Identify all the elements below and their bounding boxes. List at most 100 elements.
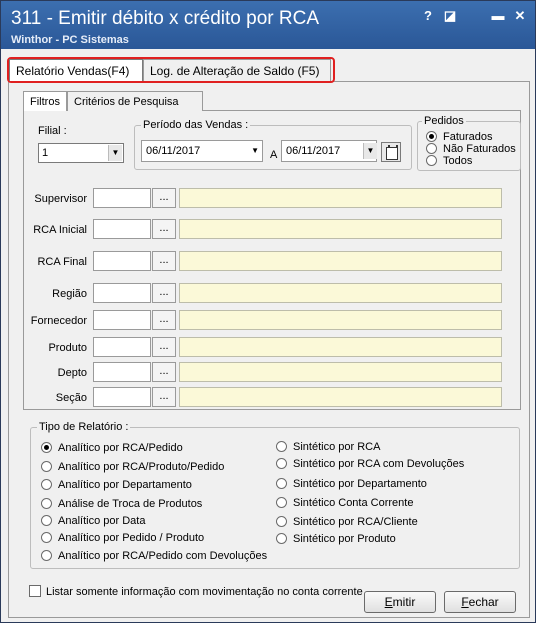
- tipo-relatorio-label: Tipo de Relatório :: [37, 421, 131, 433]
- emitir-button[interactable]: Emitir: [364, 591, 436, 613]
- chevron-down-icon[interactable]: ▼: [108, 145, 122, 161]
- radio-icon[interactable]: [41, 498, 52, 509]
- radio-icon[interactable]: [41, 532, 52, 543]
- fornecedor-search-button[interactable]: ...: [152, 310, 176, 330]
- regiao-search-button[interactable]: ...: [152, 283, 176, 303]
- report-option-analitico-rca-pedido[interactable]: Analítico por RCA/Pedido: [41, 441, 183, 455]
- fornecedor-label: Fornecedor: [30, 315, 87, 327]
- periodo-label: Período das Vendas :: [141, 119, 251, 131]
- tab-log-alteracao-saldo[interactable]: Log. de Alteração de Saldo (F5): [143, 59, 331, 81]
- report-option-label: Análise de Troca de Produtos: [58, 498, 203, 510]
- produto-description-field: [179, 337, 502, 357]
- fechar-label: echar: [468, 595, 499, 609]
- radio-icon[interactable]: [426, 155, 437, 166]
- radio-icon[interactable]: [41, 550, 52, 561]
- rca-final-label: RCA Final: [37, 256, 87, 268]
- secao-search-button[interactable]: ...: [152, 387, 176, 407]
- rca-final-code-input[interactable]: [93, 251, 151, 271]
- report-option-sintetico-rca-cliente[interactable]: Sintético por RCA/Cliente: [276, 515, 418, 529]
- app-window: 311 - Emitir débito x crédito por RCA Wi…: [0, 0, 536, 623]
- calendar-icon[interactable]: [381, 142, 401, 162]
- report-option-analitico-data[interactable]: Analítico por Data: [41, 514, 145, 528]
- produto-label: Produto: [48, 342, 87, 354]
- radio-icon[interactable]: [41, 479, 52, 490]
- supervisor-search-button[interactable]: ...: [152, 188, 176, 208]
- supervisor-code-input[interactable]: [93, 188, 151, 208]
- report-option-label: Analítico por Data: [58, 515, 146, 527]
- window-title: 311 - Emitir débito x crédito por RCA: [11, 8, 319, 29]
- radio-icon[interactable]: [426, 143, 437, 154]
- rca-final-description-field: [179, 251, 502, 271]
- listar-somente-checkbox[interactable]: Listar somente informação com movimentaç…: [29, 585, 363, 599]
- report-option-label: Analítico por RCA/Pedido com Devoluções: [58, 550, 268, 562]
- radio-icon[interactable]: [426, 131, 437, 142]
- secao-label: Seção: [55, 392, 87, 404]
- fechar-button[interactable]: Fechar: [444, 591, 516, 613]
- restore-icon[interactable]: ◪: [441, 7, 459, 25]
- checkbox-icon[interactable]: [29, 585, 41, 597]
- radio-icon[interactable]: [276, 478, 287, 489]
- report-option-sintetico-conta-corrente[interactable]: Sintético Conta Corrente: [276, 496, 413, 510]
- report-option-sintetico-rca-devolucoes[interactable]: Sintético por RCA com Devoluções: [276, 457, 464, 471]
- radio-icon[interactable]: [276, 497, 287, 508]
- supervisor-description-field: [179, 188, 502, 208]
- report-option-sintetico-departamento[interactable]: Sintético por Departamento: [276, 477, 427, 491]
- tab-filtros[interactable]: Filtros: [23, 91, 67, 111]
- radio-icon[interactable]: [276, 516, 287, 527]
- report-option-analitico-pedido-produto[interactable]: Analítico por Pedido / Produto: [41, 531, 204, 545]
- rca-inicial-description-field: [179, 219, 502, 239]
- rca-inicial-code-input[interactable]: [93, 219, 151, 239]
- report-option-analitico-departamento[interactable]: Analítico por Departamento: [41, 478, 192, 492]
- date-from-input[interactable]: 06/11/2017 ▼: [141, 140, 263, 162]
- report-option-analitico-rca-pedido-devolucoes[interactable]: Analítico por RCA/Pedido com Devoluções: [41, 549, 267, 563]
- regiao-code-input[interactable]: [93, 283, 151, 303]
- depto-code-input[interactable]: [93, 362, 151, 382]
- radio-icon[interactable]: [276, 441, 287, 452]
- radio-icon[interactable]: [276, 458, 287, 469]
- report-option-label: Sintético por RCA/Cliente: [293, 516, 418, 528]
- report-option-sintetico-produto[interactable]: Sintético por Produto: [276, 532, 396, 546]
- report-option-label: Sintético por Departamento: [293, 478, 427, 490]
- chevron-down-icon[interactable]: ▼: [363, 143, 377, 159]
- main-tabs: Relatório Vendas(F4) Log. de Alteração d…: [7, 57, 337, 83]
- rca-inicial-search-button[interactable]: ...: [152, 219, 176, 239]
- minimize-icon[interactable]: ▬: [489, 7, 507, 25]
- tab-relatorio-vendas[interactable]: Relatório Vendas(F4): [9, 59, 143, 81]
- tab-criterios-pesquisa[interactable]: Critérios de Pesquisa: [67, 91, 203, 111]
- pedidos-label: Pedidos: [422, 115, 466, 127]
- fornecedor-description-field: [179, 310, 502, 330]
- report-option-label: Analítico por Pedido / Produto: [58, 532, 205, 544]
- report-option-label: Sintético por RCA com Devoluções: [293, 458, 465, 470]
- regiao-description-field: [179, 283, 502, 303]
- rca-inicial-label: RCA Inicial: [33, 224, 87, 236]
- radio-icon[interactable]: [41, 515, 52, 526]
- close-icon[interactable]: ✕: [511, 7, 529, 25]
- report-option-analise-troca-produtos[interactable]: Análise de Troca de Produtos: [41, 497, 202, 511]
- radio-icon[interactable]: [276, 533, 287, 544]
- report-option-label: Sintético Conta Corrente: [293, 497, 414, 509]
- report-option-label: Analítico por RCA/Produto/Pedido: [58, 461, 225, 473]
- help-icon[interactable]: ?: [419, 7, 437, 25]
- radio-icon[interactable]: [41, 442, 52, 453]
- supervisor-label: Supervisor: [34, 193, 87, 205]
- radio-icon[interactable]: [41, 461, 52, 472]
- report-option-label: Sintético por RCA: [293, 441, 381, 453]
- produto-search-button[interactable]: ...: [152, 337, 176, 357]
- chevron-down-icon[interactable]: ▼: [251, 141, 259, 161]
- depto-search-button[interactable]: ...: [152, 362, 176, 382]
- pedidos-option-todos[interactable]: Todos: [426, 154, 472, 168]
- produto-code-input[interactable]: [93, 337, 151, 357]
- secao-code-input[interactable]: [93, 387, 151, 407]
- rca-final-search-button[interactable]: ...: [152, 251, 176, 271]
- periodo-separator: A: [270, 149, 278, 161]
- title-bar[interactable]: 311 - Emitir débito x crédito por RCA Wi…: [1, 1, 535, 49]
- filial-select[interactable]: 1 ▼: [38, 143, 124, 163]
- emitir-hotkey: E: [384, 595, 393, 609]
- date-to-dropdown[interactable]: ▼: [363, 142, 377, 162]
- filial-value: 1: [42, 147, 49, 159]
- regiao-label: Região: [52, 288, 87, 300]
- report-option-sintetico-rca[interactable]: Sintético por RCA: [276, 440, 380, 454]
- report-option-analitico-rca-produto-pedido[interactable]: Analítico por RCA/Produto/Pedido: [41, 460, 224, 474]
- fornecedor-code-input[interactable]: [93, 310, 151, 330]
- fechar-hotkey: F: [461, 595, 469, 609]
